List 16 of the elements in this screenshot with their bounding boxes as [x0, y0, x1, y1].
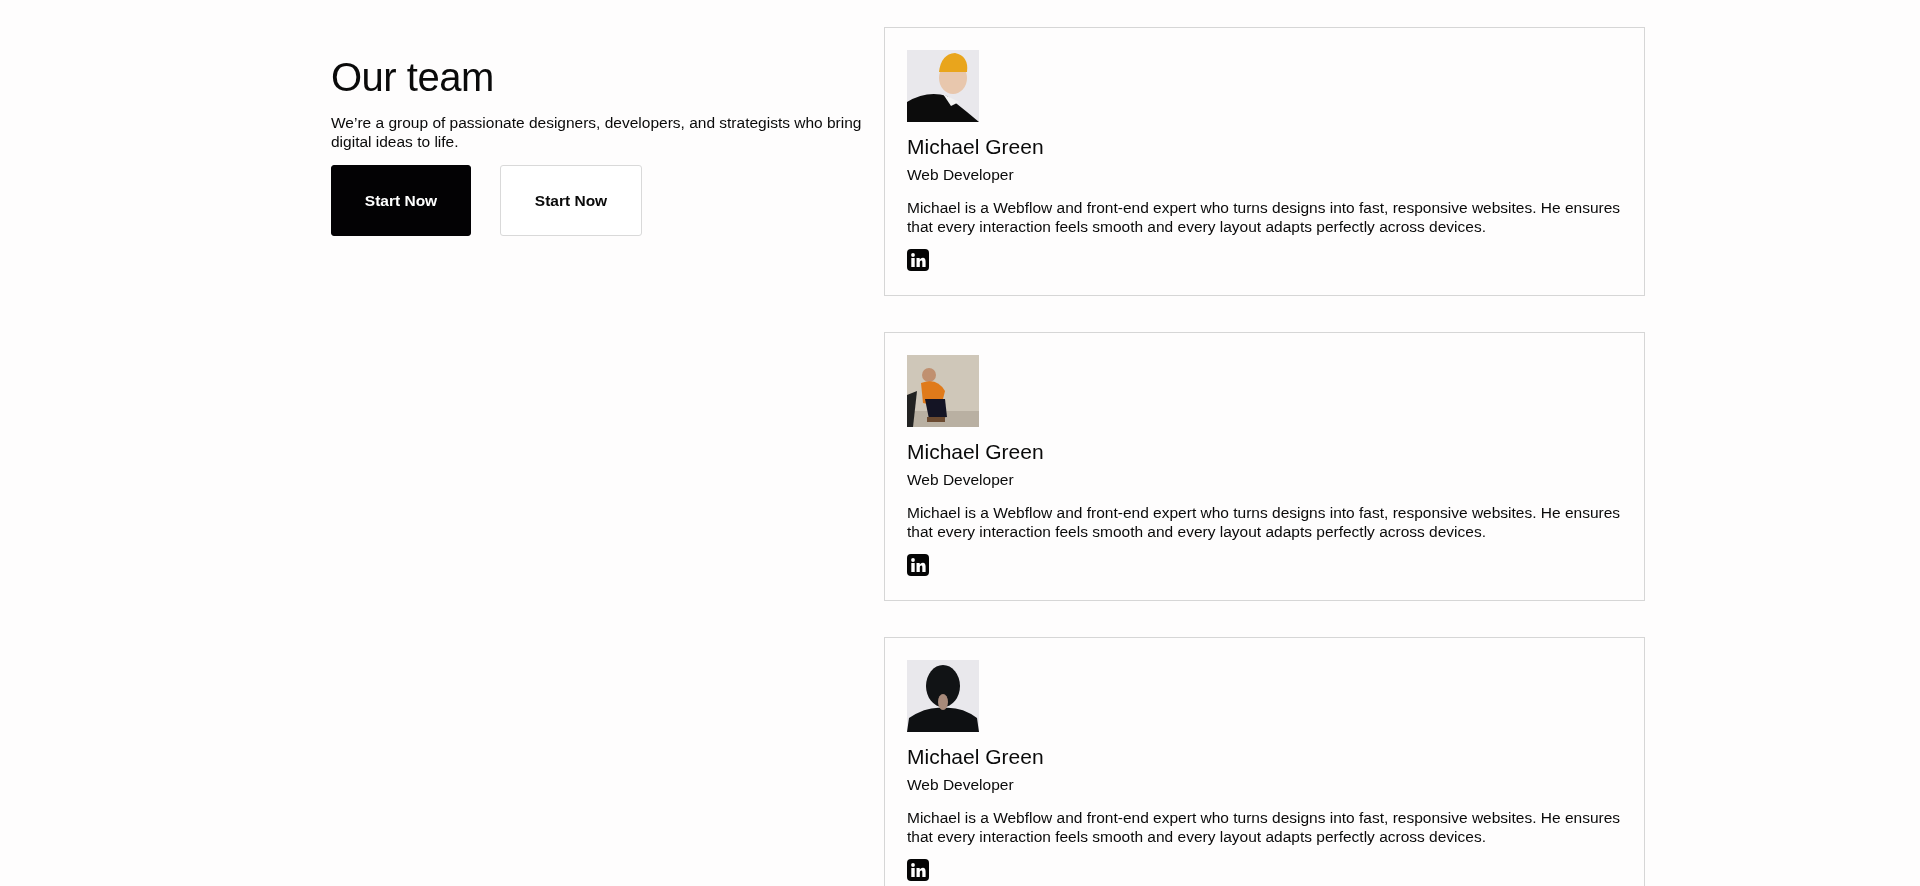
start-now-button[interactable]: Start Now: [331, 165, 471, 236]
member-bio: Michael is a Webflow and front-end expert who turns designs into fast, responsive websites. He ensures that every interaction feels smooth and every layout adapts perfectly across devices.: [907, 198, 1622, 236]
linkedin-icon[interactable]: [907, 249, 929, 271]
member-role: Web Developer: [907, 165, 1015, 185]
linkedin-icon[interactable]: [907, 554, 929, 576]
page-heading: Our team: [331, 55, 495, 99]
member-bio: Michael is a Webflow and front-end expert who turns designs into fast, responsive websites. He ensures that every interaction feels smooth and every layout adapts perfectly across devices.: [907, 808, 1622, 846]
member-name: Michael Green: [907, 744, 1045, 770]
start-now-button[interactable]: Start Now: [500, 165, 642, 236]
member-role: Web Developer: [907, 775, 1015, 795]
linkedin-icon[interactable]: [907, 859, 929, 881]
intro-text: We’re a group of passionate designers, developers, and strategists who bring digital ideas to life.: [331, 113, 863, 151]
member-name: Michael Green: [907, 134, 1045, 160]
member-bio: Michael is a Webflow and front-end expert who turns designs into fast, responsive websites. He ensures that every interaction feels smooth and every layout adapts perfectly across devices.: [907, 503, 1622, 541]
member-role: Web Developer: [907, 470, 1015, 490]
member-name: Michael Green: [907, 439, 1045, 465]
